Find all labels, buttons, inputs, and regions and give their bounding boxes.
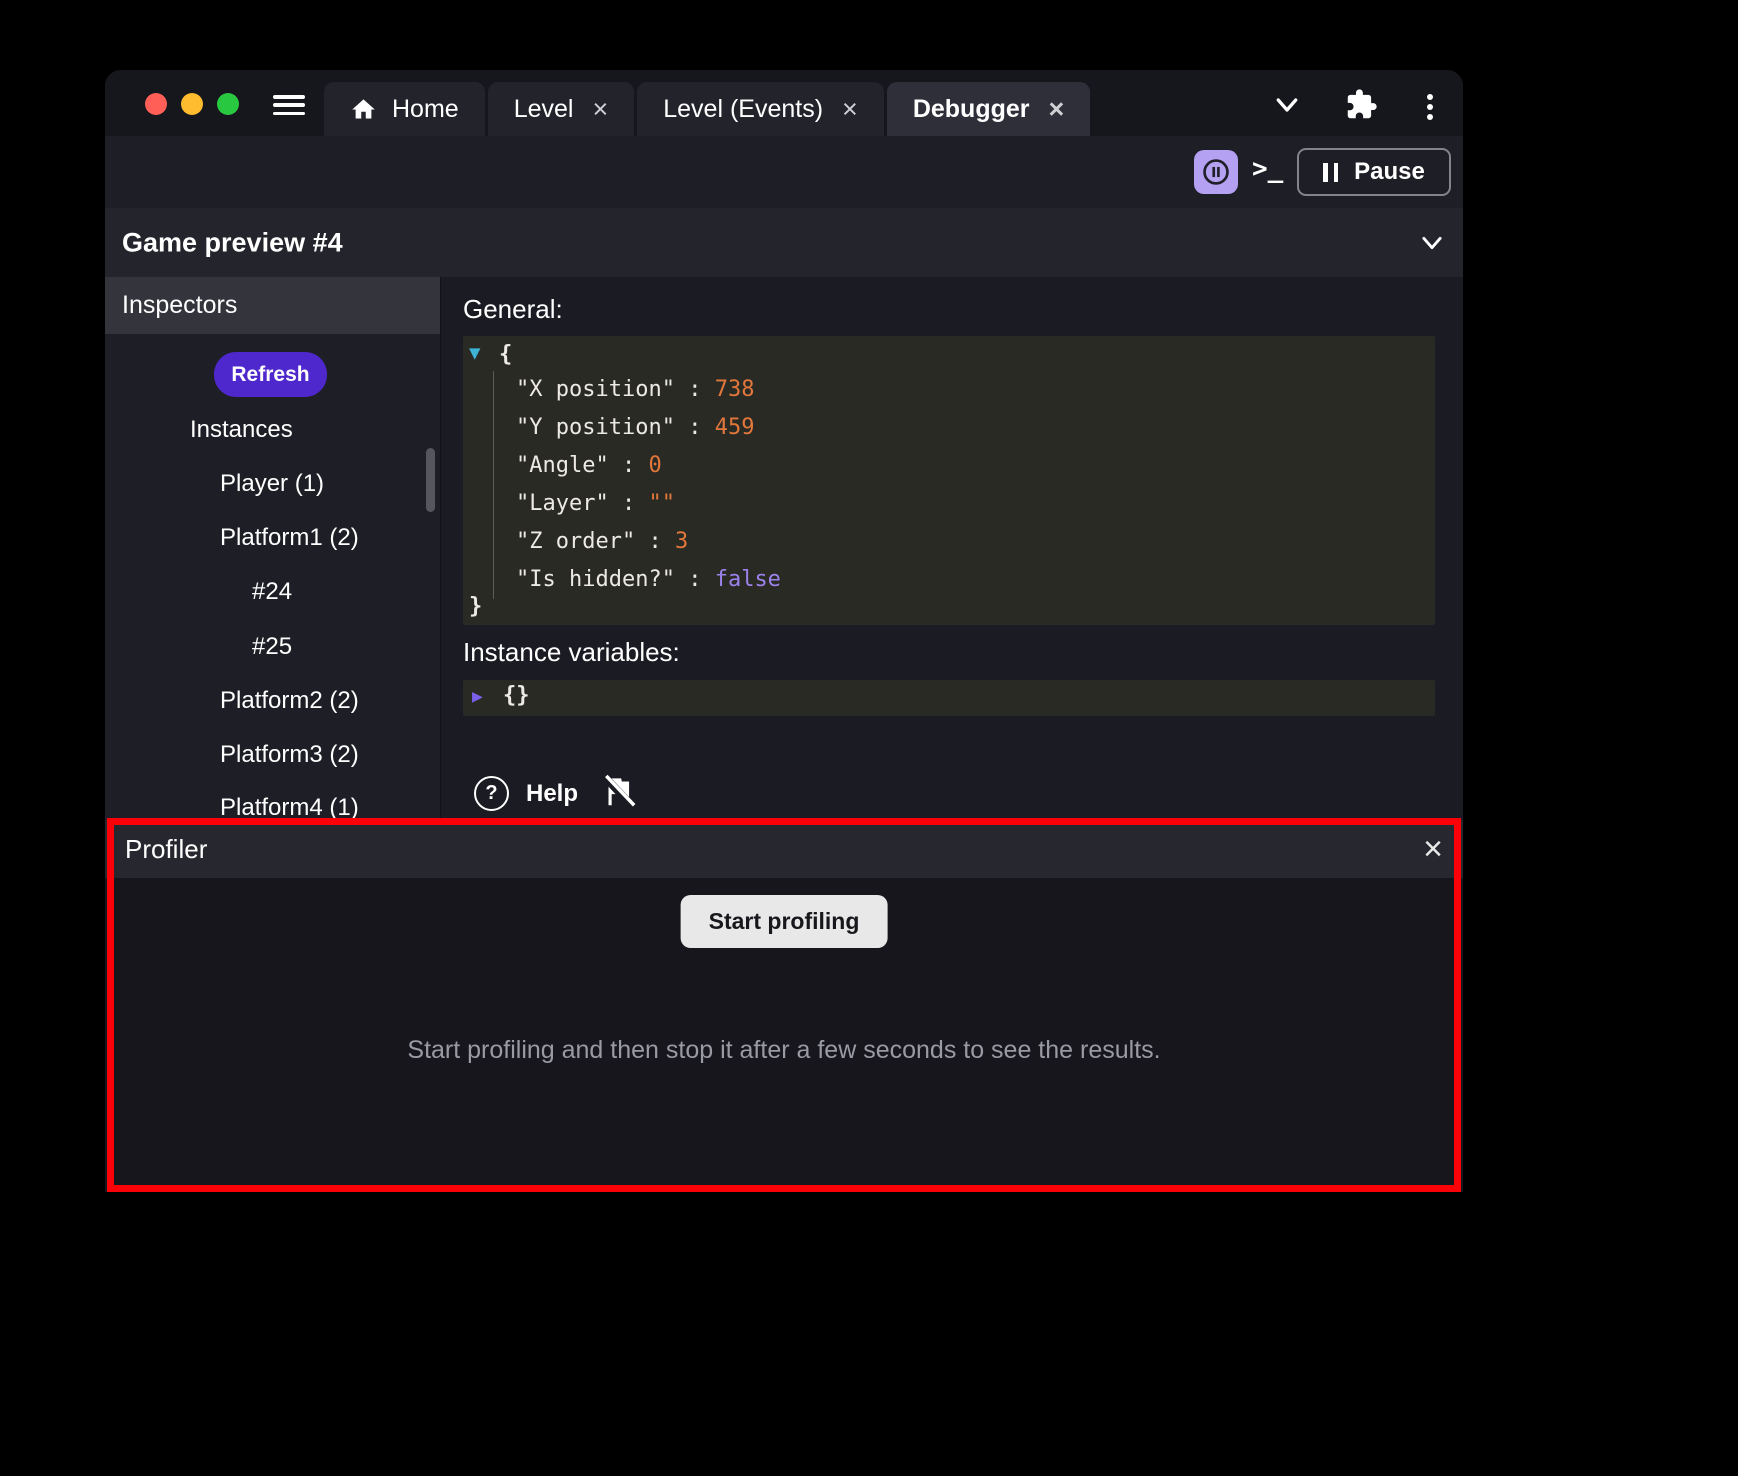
- tree-item-platform2[interactable]: Platform2 (2): [220, 687, 359, 715]
- tree-item-platform1[interactable]: Platform1 (2): [220, 524, 359, 552]
- close-icon[interactable]: ×: [842, 96, 858, 123]
- kebab-dot: [1427, 94, 1433, 100]
- instance-variables-viewer: ▶ {}: [463, 680, 1435, 716]
- extensions-icon[interactable]: [1345, 88, 1378, 121]
- close-icon[interactable]: ×: [592, 96, 608, 123]
- question-glyph: ?: [485, 782, 497, 805]
- menu-icon-bar: [273, 95, 305, 99]
- console-icon[interactable]: >_: [1252, 154, 1283, 184]
- window-minimize-button[interactable]: [181, 93, 203, 115]
- tree-item-instances[interactable]: Instances: [190, 416, 293, 444]
- json-property: "Y position" : 459: [516, 409, 781, 447]
- tree-item-platform4[interactable]: Platform4 (1): [220, 794, 359, 822]
- json-property: "Is hidden?" : false: [516, 561, 781, 599]
- menu-icon-bar: [273, 103, 305, 107]
- general-section-label: General:: [463, 294, 563, 325]
- refresh-button[interactable]: Refresh: [214, 352, 327, 397]
- window-close-button[interactable]: [145, 93, 167, 115]
- collapse-triangle-icon[interactable]: ▼: [469, 342, 480, 364]
- profiler-title: Profiler: [125, 834, 207, 865]
- tab-label: Level: [514, 95, 574, 124]
- start-profiling-button[interactable]: Start profiling: [681, 895, 888, 948]
- tab-label: Level (Events): [663, 95, 823, 124]
- instance-variables-value: {}: [503, 683, 530, 708]
- pause-button-label: Pause: [1354, 158, 1425, 186]
- menu-icon[interactable]: [273, 95, 305, 115]
- expand-triangle-icon[interactable]: ▶: [472, 686, 483, 707]
- json-property: "Angle" : 0: [516, 447, 781, 485]
- tab-label: Debugger: [913, 95, 1030, 124]
- window-zoom-button[interactable]: [217, 93, 239, 115]
- debugger-window: Home Level × Level (Events) × Debugger ×: [105, 70, 1463, 1192]
- flag-off-icon[interactable]: [599, 769, 637, 813]
- kebab-dot: [1427, 114, 1433, 120]
- inspectors-header: Inspectors: [105, 277, 440, 334]
- pause-icon: [1323, 163, 1338, 182]
- profiler-body: Start profiling Start profiling and then…: [105, 878, 1463, 1192]
- json-property: "Z order" : 3: [516, 523, 781, 561]
- tab-home[interactable]: Home: [324, 82, 485, 136]
- help-icon[interactable]: ?: [474, 776, 509, 811]
- json-close-brace: }: [469, 594, 482, 619]
- close-icon[interactable]: ×: [1423, 832, 1443, 866]
- general-json-viewer: ▼ { "X position" : 738 "Y position" : 45…: [463, 336, 1435, 625]
- tab-label: Home: [392, 95, 459, 124]
- menu-icon-bar: [273, 112, 305, 116]
- json-property: "X position" : 738: [516, 371, 781, 409]
- profiler-panel: Profiler × Start profiling Start profili…: [105, 820, 1463, 1192]
- tab-bar: Home Level × Level (Events) × Debugger ×: [324, 82, 1090, 136]
- tab-level-events[interactable]: Level (Events) ×: [637, 82, 884, 136]
- title-bar: Home Level × Level (Events) × Debugger ×: [105, 70, 1463, 136]
- json-property: "Layer" : "": [516, 485, 781, 523]
- profiler-hint-text: Start profiling and then stop it after a…: [105, 1036, 1463, 1065]
- tab-level[interactable]: Level ×: [488, 82, 635, 136]
- pause-bar: [1334, 163, 1339, 182]
- pause-circle-icon[interactable]: [1194, 150, 1238, 194]
- pause-button[interactable]: Pause: [1297, 148, 1451, 196]
- help-label[interactable]: Help: [526, 780, 578, 808]
- game-preview-header[interactable]: Game preview #4: [105, 208, 1463, 277]
- game-preview-title: Game preview #4: [122, 227, 343, 258]
- json-open-brace: {: [499, 342, 512, 367]
- json-properties: "X position" : 738 "Y position" : 459 "A…: [493, 371, 781, 599]
- more-options-icon[interactable]: [1427, 90, 1435, 124]
- tab-debugger[interactable]: Debugger ×: [887, 82, 1090, 136]
- debugger-toolbar: >_ Pause: [105, 136, 1463, 208]
- sidebar-scrollbar[interactable]: [426, 448, 435, 512]
- pause-circle-glyph: [1200, 156, 1232, 188]
- tree-item-instance-24[interactable]: #24: [252, 578, 292, 606]
- home-icon: [350, 96, 377, 123]
- close-icon[interactable]: ×: [1049, 96, 1065, 123]
- instance-variables-label: Instance variables:: [463, 637, 680, 668]
- profiler-header: Profiler ×: [105, 820, 1463, 878]
- kebab-dot: [1427, 104, 1433, 110]
- pause-bar: [1323, 163, 1328, 182]
- debugger-content: Inspectors Refresh Instances Player (1) …: [105, 277, 1463, 1192]
- tree-item-instance-25[interactable]: #25: [252, 633, 292, 661]
- tree-item-player[interactable]: Player (1): [220, 470, 324, 498]
- chevron-down-icon[interactable]: [1418, 229, 1446, 257]
- tree-item-platform3[interactable]: Platform3 (2): [220, 741, 359, 769]
- chevron-down-icon[interactable]: [1272, 90, 1302, 120]
